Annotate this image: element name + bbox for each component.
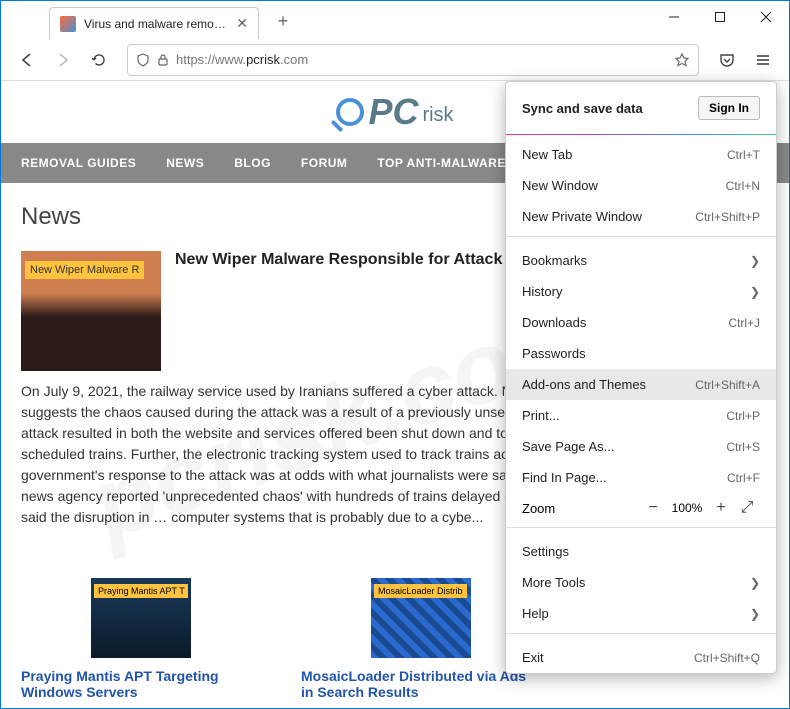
menu-item-label: New Window [522,178,598,193]
app-menu-button[interactable] [747,44,779,76]
magnifier-icon [336,98,364,126]
menu-separator [506,527,776,528]
menu-item-bookmarks[interactable]: Bookmarks ❯ [506,245,776,276]
menu-item-print[interactable]: Print... Ctrl+P [506,400,776,431]
menu-item-find-in-page[interactable]: Find In Page... Ctrl+F [506,462,776,493]
menu-shortcut: Ctrl+T [727,148,760,162]
menu-item-help[interactable]: Help ❯ [506,598,776,629]
logo-sub: risk [422,104,453,127]
menu-shortcut: Ctrl+P [726,409,760,423]
bookmark-star-icon[interactable] [674,52,690,68]
menu-shortcut: Ctrl+F [727,471,760,485]
menu-item-label: Find In Page... [522,470,607,485]
menu-separator [506,633,776,634]
article-title[interactable]: New Wiper Malware Responsible for Attack… [175,251,541,269]
menu-separator [506,236,776,237]
nav-forum[interactable]: FORUM [301,156,348,170]
menu-item-label: More Tools [522,575,585,590]
menu-item-passwords[interactable]: Passwords [506,338,776,369]
close-tab-icon[interactable]: ✕ [236,15,248,32]
app-menu: Sync and save data Sign In New Tab Ctrl+T… [505,81,777,674]
menu-item-label: New Private Window [522,209,642,224]
thumb-label: MosaicLoader Distrib [374,584,467,598]
close-window-button[interactable] [743,1,789,33]
nav-removal-guides[interactable]: REMOVAL GUIDES [21,156,136,170]
menu-item-add-ons-and-themes[interactable]: Add-ons and Themes Ctrl+Shift+A [506,369,776,400]
sub-thumbnail[interactable]: MosaicLoader Distrib [371,578,471,658]
menu-item-exit[interactable]: Exit Ctrl+Shift+Q [506,642,776,673]
menu-item-label: New Tab [522,147,572,162]
minimize-button[interactable] [651,1,697,33]
chevron-right-icon: ❯ [750,285,760,299]
menu-item-save-page-as[interactable]: Save Page As... Ctrl+S [506,431,776,462]
forward-button[interactable] [47,44,79,76]
zoom-value: 100% [666,501,708,515]
sign-in-button[interactable]: Sign In [698,96,760,120]
zoom-out-button[interactable]: − [640,499,666,517]
sub-thumbnail[interactable]: Praying Mantis APT T [91,578,191,658]
nav-top-anti-malware[interactable]: TOP ANTI-MALWARE [377,156,505,170]
menu-item-label: Help [522,606,549,621]
url-text: https://www.pcrisk.com [176,52,668,67]
menu-item-label: Add-ons and Themes [522,377,646,392]
title-bar: Virus and malware removal inst ✕ + [1,1,789,39]
site-logo[interactable]: PCrisk [336,91,453,133]
menu-shortcut: Ctrl+Shift+A [695,378,760,392]
menu-shortcut: Ctrl+J [728,316,760,330]
menu-item-label: Passwords [522,346,586,361]
menu-item-label: Bookmarks [522,253,587,268]
fullscreen-button[interactable]: ⤢ [734,499,760,517]
menu-shortcut: Ctrl+Shift+P [695,210,760,224]
menu-item-label: Print... [522,408,560,423]
sync-title: Sync and save data [522,101,643,116]
reload-button[interactable] [83,44,115,76]
menu-item-settings[interactable]: Settings [506,536,776,567]
nav-blog[interactable]: BLOG [234,156,271,170]
chevron-right-icon: ❯ [750,576,760,590]
menu-shortcut: Ctrl+S [726,440,760,454]
sub-article: Praying Mantis APT T Praying Mantis APT … [21,578,261,708]
address-bar[interactable]: https://www.pcrisk.com [127,44,699,76]
lock-icon [156,53,170,67]
sub-text: According to a recently published [21,706,261,708]
thumb-label: New Wiper Malware R [25,261,144,279]
menu-item-label: Downloads [522,315,586,330]
menu-item-downloads[interactable]: Downloads Ctrl+J [506,307,776,338]
article-thumbnail[interactable]: New Wiper Malware R [21,251,161,371]
chevron-right-icon: ❯ [750,607,760,621]
menu-item-history[interactable]: History ❯ [506,276,776,307]
zoom-label: Zoom [522,501,640,516]
menu-item-new-window[interactable]: New Window Ctrl+N [506,170,776,201]
sub-title[interactable]: Praying Mantis APT Targeting Windows Ser… [21,668,261,700]
menu-item-label: Exit [522,650,544,665]
browser-tab[interactable]: Virus and malware removal inst ✕ [49,7,259,39]
tab-favicon [60,16,76,32]
back-button[interactable] [11,44,43,76]
maximize-button[interactable] [697,1,743,33]
menu-item-new-tab[interactable]: New Tab Ctrl+T [506,139,776,170]
menu-item-more-tools[interactable]: More Tools ❯ [506,567,776,598]
thumb-label: Praying Mantis APT T [94,584,188,598]
sub-title[interactable]: MosaicLoader Distributed via Ads in Sear… [301,668,541,700]
tab-title: Virus and malware removal inst [84,17,228,31]
menu-shortcut: Ctrl+N [726,179,760,193]
menu-item-label: Save Page As... [522,439,615,454]
menu-item-label: History [522,284,562,299]
toolbar: https://www.pcrisk.com [1,39,789,81]
sub-text: Researchers at Bitdefender have [301,706,541,708]
zoom-in-button[interactable]: + [708,499,734,517]
menu-item-label: Settings [522,544,569,559]
shield-icon [136,53,150,67]
nav-news[interactable]: NEWS [166,156,204,170]
menu-shortcut: Ctrl+Shift+Q [694,651,760,665]
menu-zoom: Zoom − 100% + ⤢ [506,493,776,523]
pocket-button[interactable] [711,44,743,76]
logo-main: PC [368,91,418,133]
menu-header: Sync and save data Sign In [506,82,776,134]
new-tab-button[interactable]: + [271,11,295,32]
menu-item-new-private-window[interactable]: New Private Window Ctrl+Shift+P [506,201,776,232]
chevron-right-icon: ❯ [750,254,760,268]
